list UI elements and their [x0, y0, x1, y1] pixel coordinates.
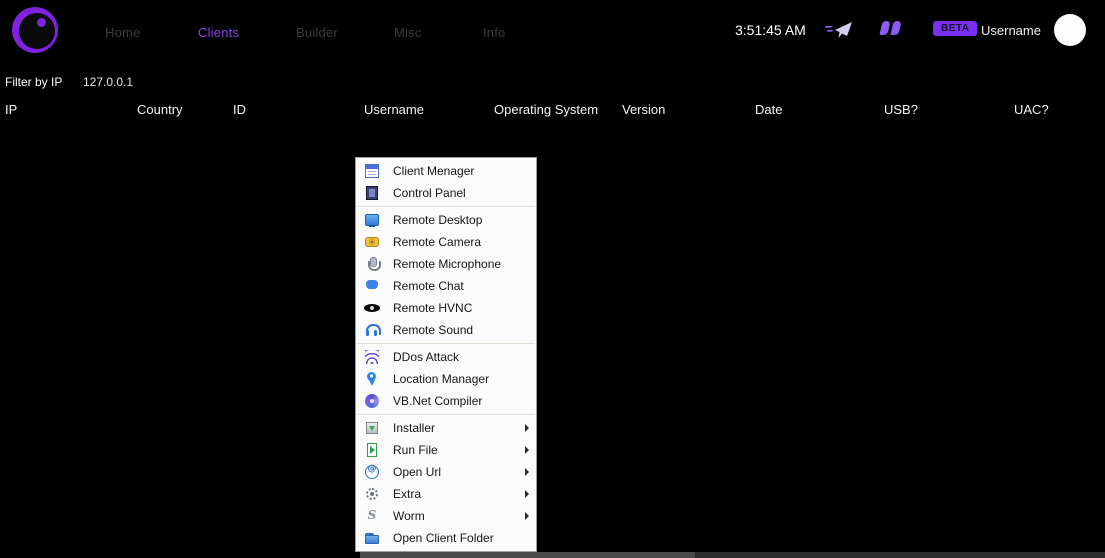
menu-item-label: Extra: [393, 487, 421, 501]
client-manager-icon: [364, 163, 380, 179]
paper-plane-icon[interactable]: [824, 19, 854, 41]
menu-item-label: Client Menager: [393, 164, 474, 178]
menu-item-open-client-folder[interactable]: Open Client Folder: [356, 527, 536, 549]
filter-ip-input[interactable]: [83, 72, 203, 92]
nav-item-home[interactable]: Home: [105, 25, 140, 40]
menu-item-label: VB.Net Compiler: [393, 394, 482, 408]
background-window-edge: [695, 552, 1105, 558]
remote-chat-icon: [364, 278, 380, 294]
filter-by-ip-label: Filter by IP: [5, 75, 62, 89]
ddos-attack-icon: [364, 349, 380, 365]
menu-item-remote-sound[interactable]: Remote Sound: [356, 319, 536, 341]
location-manager-icon: [364, 371, 380, 387]
menu-item-label: Remote Camera: [393, 235, 481, 249]
column-header-version: Version: [622, 102, 665, 117]
menu-item-label: Remote Sound: [393, 323, 473, 337]
submenu-arrow-icon: [525, 424, 529, 432]
menu-item-ddos-attack[interactable]: DDos Attack: [356, 346, 536, 368]
column-header-username: Username: [364, 102, 424, 117]
open-url-icon: [364, 464, 380, 480]
menu-item-open-url[interactable]: Open Url: [356, 461, 536, 483]
open-client-folder-icon: [364, 530, 380, 546]
clients-table-header: IP Country ID Username Operating System Versi…: [0, 102, 1105, 120]
remote-sound-icon: [364, 322, 380, 338]
extra-icon: [364, 486, 380, 502]
menu-item-label: Installer: [393, 421, 435, 435]
paper-plane-svg: [824, 19, 854, 41]
control-panel-icon: [364, 185, 380, 201]
menu-separator: [357, 206, 535, 207]
menu-item-control-panel[interactable]: Control Panel: [356, 182, 536, 204]
clock: 3:51:45 AM: [735, 22, 806, 38]
column-header-ip: IP: [5, 102, 17, 117]
topbar: Home Clients Builder Misc Info 3:51:45 AM BE…: [0, 0, 1105, 62]
submenu-arrow-icon: [525, 446, 529, 454]
menu-item-label: DDos Attack: [393, 350, 459, 364]
nav-item-builder[interactable]: Builder: [296, 25, 338, 40]
menu-separator: [357, 414, 535, 415]
menu-item-label: Remote Microphone: [393, 257, 501, 271]
menu-item-label: Location Manager: [393, 372, 489, 386]
menu-item-vb-net-compiler[interactable]: VB.Net Compiler: [356, 390, 536, 412]
remote-hvnc-icon: [364, 300, 380, 316]
context-menu: Client Menager Control Panel Remote Deskto…: [355, 157, 537, 552]
menu-item-location-manager[interactable]: Location Manager: [356, 368, 536, 390]
nav-item-info[interactable]: Info: [483, 25, 505, 40]
submenu-arrow-icon: [525, 468, 529, 476]
nav-item-clients[interactable]: Clients: [198, 25, 239, 40]
user-avatar[interactable]: [1054, 14, 1086, 46]
submenu-arrow-icon: [525, 490, 529, 498]
column-header-date: Date: [755, 102, 782, 117]
menu-item-label: Control Panel: [393, 186, 466, 200]
background-window-edge: [360, 552, 695, 558]
menu-item-label: Worm: [393, 509, 425, 523]
menu-item-label: Remote HVNC: [393, 301, 472, 315]
menu-separator: [357, 343, 535, 344]
menu-item-run-file[interactable]: Run File: [356, 439, 536, 461]
menu-item-label: Open Client Folder: [393, 531, 494, 545]
remote-desktop-icon: [364, 212, 380, 228]
quotes-icon[interactable]: [881, 21, 902, 36]
menu-item-label: Open Url: [393, 465, 441, 479]
main-nav: Home Clients Builder Misc Info: [0, 25, 600, 45]
worm-icon: [364, 508, 380, 524]
installer-icon: [364, 420, 380, 436]
column-header-uac-: UAC?: [1014, 102, 1049, 117]
column-header-usb-: USB?: [884, 102, 918, 117]
remote-camera-icon: [364, 234, 380, 250]
menu-item-worm[interactable]: Worm: [356, 505, 536, 527]
menu-item-label: Run File: [393, 443, 438, 457]
vbnet-compiler-icon: [364, 393, 380, 409]
menu-item-remote-chat[interactable]: Remote Chat: [356, 275, 536, 297]
remote-microphone-icon: [364, 256, 380, 272]
menu-item-client-menager[interactable]: Client Menager: [356, 160, 536, 182]
column-header-operating-system: Operating System: [494, 102, 598, 117]
menu-item-remote-camera[interactable]: Remote Camera: [356, 231, 536, 253]
menu-item-remote-desktop[interactable]: Remote Desktop: [356, 209, 536, 231]
submenu-arrow-icon: [525, 512, 529, 520]
username-label: Username: [981, 23, 1041, 38]
nav-item-misc[interactable]: Misc: [394, 25, 422, 40]
menu-item-remote-hvnc[interactable]: Remote HVNC: [356, 297, 536, 319]
menu-item-label: Remote Desktop: [393, 213, 482, 227]
beta-badge: BETA: [933, 21, 977, 36]
run-file-icon: [364, 442, 380, 458]
column-header-id: ID: [233, 102, 246, 117]
menu-item-extra[interactable]: Extra: [356, 483, 536, 505]
menu-item-installer[interactable]: Installer: [356, 417, 536, 439]
menu-item-remote-microphone[interactable]: Remote Microphone: [356, 253, 536, 275]
menu-item-label: Remote Chat: [393, 279, 464, 293]
column-header-country: Country: [137, 102, 183, 117]
